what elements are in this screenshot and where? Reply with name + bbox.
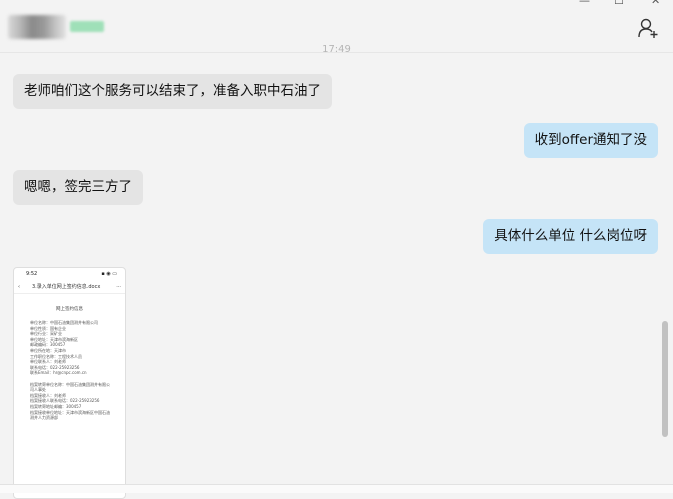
minimize-icon[interactable]: — — [579, 0, 590, 7]
back-arrow-icon: ‹ — [18, 284, 20, 290]
incoming-message[interactable]: 老师咱们这个服务可以结束了，准备入职中石油了 — [13, 74, 332, 109]
attachment-filename: 3.录入单位网上签约信息.docx — [32, 284, 101, 290]
chat-scrollbar[interactable] — [662, 321, 668, 437]
maximize-icon[interactable]: ☐ — [614, 0, 624, 7]
add-member-icon[interactable] — [637, 17, 659, 39]
attachment-body-text: 单位名称：中国石油集团测井有限公司 单位性质：国有企业 单位行业：采矿业 单位地… — [30, 320, 110, 421]
outgoing-message[interactable]: 收到offer通知了没 — [523, 123, 658, 158]
attachment-heading: 网上签约信息 — [56, 307, 83, 312]
image-attachment[interactable]: 9:52 ▪ ◉ ▭ ‹ 3.录入单位网上签约信息.docx ··· 网上签约信… — [13, 267, 126, 499]
contact-name-redacted — [70, 21, 104, 32]
outgoing-message[interactable]: 具体什么单位 什么岗位呀 — [483, 219, 658, 254]
more-icon: ··· — [116, 284, 121, 290]
contact-avatar[interactable] — [8, 15, 66, 39]
close-icon[interactable]: ✕ — [651, 0, 660, 7]
incoming-message[interactable]: 嗯嗯，签完三方了 — [13, 170, 143, 205]
attachment-phone-time: 9:52 — [26, 271, 38, 277]
message-timestamp: 17:49 — [322, 44, 351, 55]
attachment-doc-header: ‹ 3.录入单位网上签约信息.docx ··· — [14, 281, 125, 294]
phone-status-icons: ▪ ◉ ▭ — [101, 271, 117, 277]
